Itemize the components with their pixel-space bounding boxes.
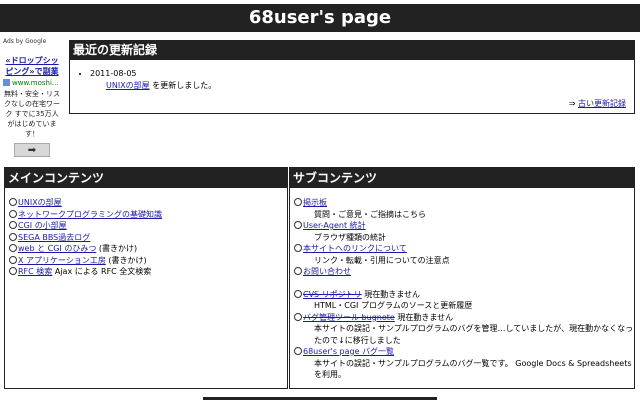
favicon-icon xyxy=(3,79,10,86)
list-item: SEGA BBS過去ログ xyxy=(9,232,287,244)
update-text: を更新しました。 xyxy=(152,81,217,90)
link-bugnote[interactable]: バグ管理ツール bugnote xyxy=(303,313,395,322)
sub-contents-panel: サブコンテンツ 掲示板 質問・ご意見・ご指摘はこちら User-Agent 統計… xyxy=(289,167,635,389)
circle-bullet-icon xyxy=(9,255,17,264)
link-bbs[interactable]: 掲示板 xyxy=(303,198,327,207)
google-ad[interactable]: Ads by Google «ドロップシッピング»で副業 www.moshi..… xyxy=(3,38,61,157)
circle-bullet-icon xyxy=(294,289,302,298)
list-item: RFC 検索 Ajax による RFC 全文検索 xyxy=(9,266,287,278)
list-item: web と CGI のひみつ (書きかけ) xyxy=(9,243,287,255)
item-description: 質問・ご意見・ご指摘はこちら xyxy=(314,209,426,219)
sub-contents-list: 掲示板 質問・ご意見・ご指摘はこちら User-Agent 統計 ブラウザ種類の… xyxy=(290,197,634,381)
link-about-links[interactable]: 本サイトへのリンクについて xyxy=(303,244,407,253)
link-cvs[interactable]: CVS リポジトリ xyxy=(303,290,362,299)
list-item: CVS リポジトリ 現在動きません xyxy=(294,289,634,301)
circle-bullet-icon xyxy=(9,267,17,275)
item-suffix: Ajax による RFC 全文検索 xyxy=(54,267,152,276)
page-header: 68user's page xyxy=(0,4,640,32)
list-item: ネットワークプログラミングの基礎知識 xyxy=(9,209,287,221)
list-item: User-Agent 統計 xyxy=(294,220,634,232)
update-entry: 2011-08-05 UNIXの部屋 を更新しました。 xyxy=(90,68,634,92)
sub-contents-title: サブコンテンツ xyxy=(290,168,634,188)
update-link[interactable]: UNIXの部屋 xyxy=(106,81,150,90)
page-title: 68user's page xyxy=(248,7,392,28)
link-x-app[interactable]: X アプリケーション工房 xyxy=(18,256,106,265)
circle-bullet-icon xyxy=(9,209,17,218)
arrow-icon: ⇒ xyxy=(568,99,576,108)
recent-updates-panel: 最近の更新記録 2011-08-05 UNIXの部屋 を更新しました。 ⇒ 古い… xyxy=(69,40,635,114)
link-bug-list[interactable]: 68user's page バグ一覧 xyxy=(303,347,394,356)
list-item: バグ管理ツール bugnote 現在動きません xyxy=(294,312,634,324)
old-updates: ⇒ 古い更新記録 xyxy=(569,98,626,109)
link-rfc-search[interactable]: RFC 検索 xyxy=(18,267,52,276)
item-description: HTML・CGI プログラムのソースと更新履歴 xyxy=(314,301,473,310)
circle-bullet-icon xyxy=(9,221,17,229)
item-description: リンク・転載・引用についての注意点 xyxy=(314,255,450,265)
link-user-agent[interactable]: User-Agent 統計 xyxy=(303,221,366,230)
ad-next-button[interactable]: ➡ xyxy=(14,143,50,157)
link-cgi[interactable]: CGI の小部屋 xyxy=(18,221,67,230)
item-status: 現在動きません xyxy=(397,312,454,322)
link-contact[interactable]: お問い合わせ xyxy=(303,267,351,276)
list-item: UNIXの部屋 xyxy=(9,197,287,209)
item-suffix: (書きかけ) xyxy=(98,244,138,253)
list-item: X アプリケーション工房 (書きかけ) xyxy=(9,255,287,267)
ad-url[interactable]: www.moshi... xyxy=(3,79,61,87)
link-sega-bbs[interactable]: SEGA BBS過去ログ xyxy=(18,233,90,242)
update-date: 2011-08-05 xyxy=(90,69,137,78)
main-contents-list: UNIXの部屋 ネットワークプログラミングの基礎知識 CGI の小部屋 SEGA… xyxy=(5,197,287,278)
ad-title-link[interactable]: «ドロップシッピング»で副業 xyxy=(3,55,61,77)
list-item: 本サイトへのリンクについて xyxy=(294,243,634,255)
circle-bullet-icon xyxy=(294,312,302,321)
link-web-cgi[interactable]: web と CGI のひみつ xyxy=(18,244,96,253)
item-description: 本サイトの誤記・サンプルプログラムのバグ一覧です。 Google Docs & … xyxy=(314,358,632,380)
circle-bullet-icon xyxy=(294,267,302,275)
item-description: ブラウザ種類の統計 xyxy=(314,232,386,242)
item-status: 現在動きません xyxy=(364,289,420,299)
item-description: 本サイトの誤記・サンプルプログラムのバグを管理…していましたが、現在動かなくなっ… xyxy=(314,324,634,345)
item-suffix: (書きかけ) xyxy=(108,255,147,265)
arrow-right-icon: ➡ xyxy=(27,144,37,156)
link-unix[interactable]: UNIXの部屋 xyxy=(18,198,62,207)
circle-bullet-icon xyxy=(9,244,17,252)
list-item: CGI の小部屋 xyxy=(9,220,287,232)
ad-url-text: www.moshi... xyxy=(12,79,59,87)
circle-bullet-icon xyxy=(294,347,302,355)
main-contents-panel: メインコンテンツ UNIXの部屋 ネットワークプログラミングの基礎知識 CGI … xyxy=(4,167,288,389)
list-item: お問い合わせ xyxy=(294,266,634,278)
old-updates-link[interactable]: 古い更新記録 xyxy=(578,99,626,108)
updates-list: 2011-08-05 UNIXの部屋 を更新しました。 xyxy=(90,68,634,92)
link-network-programming[interactable]: ネットワークプログラミングの基礎知識 xyxy=(18,210,162,219)
circle-bullet-icon xyxy=(9,232,17,241)
circle-bullet-icon xyxy=(294,198,302,206)
list-item: 掲示板 xyxy=(294,197,634,209)
circle-bullet-icon xyxy=(294,221,302,229)
list-item: 68user's page バグ一覧 xyxy=(294,346,634,358)
main-contents-title: メインコンテンツ xyxy=(5,168,287,188)
circle-bullet-icon xyxy=(9,198,17,206)
circle-bullet-icon xyxy=(294,244,302,252)
ad-description: 無料・安全・リスクなしの在宅ワーク すでに35万人がはじめています！ xyxy=(4,90,60,138)
ad-attribution[interactable]: Ads by Google xyxy=(3,38,61,45)
recent-updates-title: 最近の更新記録 xyxy=(70,41,634,60)
